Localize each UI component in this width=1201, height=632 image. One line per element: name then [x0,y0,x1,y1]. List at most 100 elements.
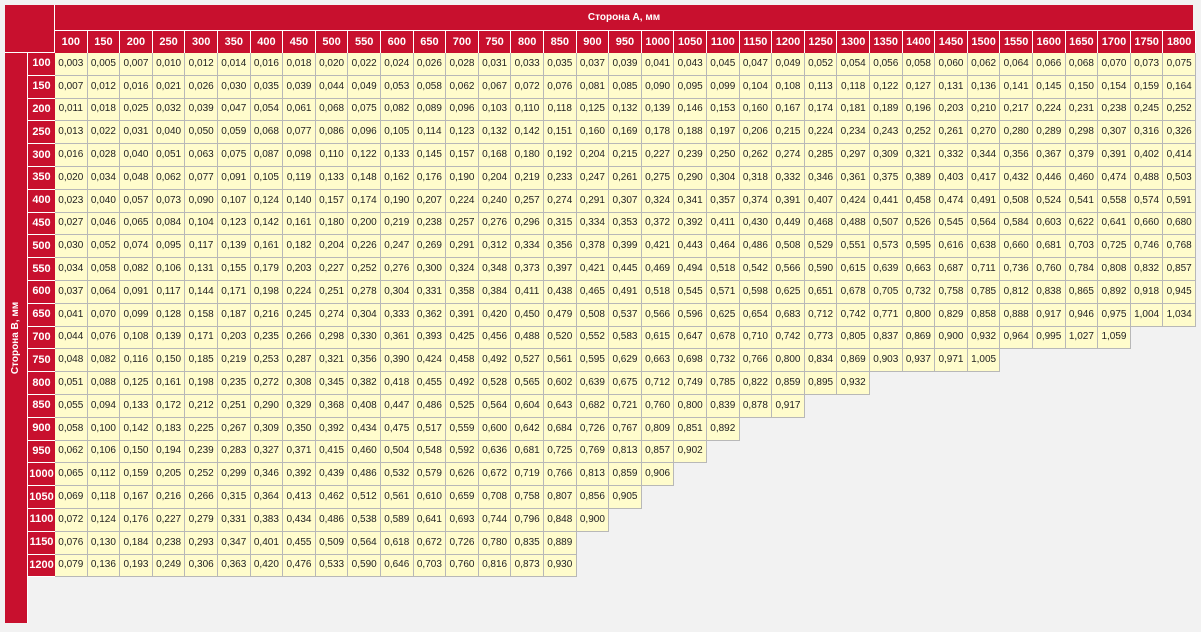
table-cell: 0,946 [1065,303,1099,327]
table-cell: 0,800 [772,349,805,373]
table-cell: 0,266 [185,486,218,509]
table-cell: 0,603 [1033,212,1066,236]
table-cell: 0,858 [967,303,1001,327]
table-cell: 0,703 [1065,235,1099,259]
table-cell: 0,270 [967,121,1001,145]
table-cell: 0,357 [707,189,740,213]
table-cell: 0,345 [315,372,349,395]
table-cell: 0,604 [511,395,544,418]
table-cell: 0,746 [1130,235,1164,259]
table-cell: 0,486 [413,395,447,418]
table-cell: 0,051 [152,144,186,167]
table-cell: 0,024 [381,53,414,76]
table-cell: 0,742 [772,326,805,350]
table-cell: 0,732 [707,349,740,373]
table-cell: 0,413 [283,486,316,509]
table-cell: 0,035 [544,53,577,76]
table-cell: 0,995 [1033,326,1066,350]
table-cell: 0,356 [1000,144,1033,167]
table-cell: 0,859 [772,372,805,395]
table-cell: 0,324 [446,258,479,281]
table-cell: 0,007 [120,53,153,76]
table-cell: 0,629 [609,349,642,373]
table-cell: 0,537 [609,303,642,327]
table-cell: 0,159 [120,463,153,487]
table-cell: 0,780 [478,531,512,555]
table-cell: 0,108 [120,326,153,350]
table-cell: 0,769 [576,440,610,464]
table-cell: 0,508 [1000,189,1033,213]
table-cell: 0,683 [772,303,805,327]
table-cell: 0,548 [413,440,447,464]
table-cell: 0,341 [674,189,707,213]
table-cell: 0,125 [576,98,610,122]
column-header-1500: 1500 [967,31,1001,53]
table-cell: 0,878 [739,395,773,418]
table-cell: 0,087 [250,144,284,167]
table-cell: 0,309 [250,417,284,441]
table-cell: 0,615 [837,258,870,281]
column-header-1250: 1250 [804,31,838,53]
table-cell: 0,219 [381,212,414,236]
table-cell: 0,443 [674,235,707,259]
table-cell: 0,139 [218,235,251,259]
table-cell: 0,589 [381,509,414,532]
table-cell: 0,378 [576,235,610,259]
table-cell: 0,167 [772,98,805,122]
table-cell: 0,532 [381,463,414,487]
table-cell: 0,865 [1065,281,1099,304]
table-cell: 0,945 [1163,281,1196,304]
table-cell: 0,331 [218,509,251,532]
table-cell: 0,503 [1163,167,1196,190]
table-cell: 0,602 [544,372,577,395]
table-cell: 0,424 [837,189,870,213]
table-cell: 0,136 [967,75,1001,99]
table-cell: 0,434 [283,509,316,532]
table-cell: 0,367 [1033,144,1066,167]
row-group-header-label: Сторона В, мм [10,301,22,375]
table-cell: 0,438 [544,281,577,304]
table-cell: 0,932 [837,372,870,395]
table-cell: 0,041 [641,53,675,76]
table-cell: 0,189 [870,98,903,122]
table-cell: 0,065 [120,212,153,236]
table-cell: 0,064 [1000,53,1033,76]
row-header-100: 100 [28,53,55,76]
table-cell: 0,348 [478,258,512,281]
table-cell: 0,900 [935,326,968,350]
table-cell: 0,227 [152,509,186,532]
table-cell: 0,418 [381,372,414,395]
table-cell: 0,204 [576,144,610,167]
table-cell: 0,561 [381,486,414,509]
table-cell: 0,486 [348,463,381,487]
table-cell: 0,334 [576,212,610,236]
table-cell: 0,813 [576,463,610,487]
row-group-header: Сторона В, мм [5,53,28,623]
table-cell: 0,016 [250,53,284,76]
table-cell: 0,361 [381,326,414,350]
table-cell: 0,331 [413,281,447,304]
table-cell: 0,618 [381,531,414,555]
table-cell: 0,066 [1033,53,1066,76]
table-cell: 0,249 [152,554,186,578]
table-cell: 0,529 [804,235,838,259]
table-cell: 0,517 [413,417,447,441]
table-cell: 0,462 [315,486,349,509]
column-header-1700: 1700 [1098,31,1131,53]
table-cell: 0,309 [870,144,903,167]
table-cell: 0,217 [1000,98,1033,122]
column-header-550: 550 [348,31,381,53]
table-cell: 0,053 [381,75,414,99]
table-cell: 0,420 [478,303,512,327]
table-cell: 0,643 [544,395,577,418]
table-cell: 0,290 [250,395,284,418]
table-cell: 0,098 [283,144,316,167]
table-cell: 0,758 [511,486,544,509]
table-cell: 0,040 [152,121,186,145]
table-cell: 0,276 [478,212,512,236]
table-cell: 0,616 [935,235,968,259]
table-cell: 0,151 [544,121,577,145]
table-cell: 0,712 [804,303,838,327]
table-cell: 0,326 [1163,121,1196,145]
table-cell: 0,542 [739,258,773,281]
